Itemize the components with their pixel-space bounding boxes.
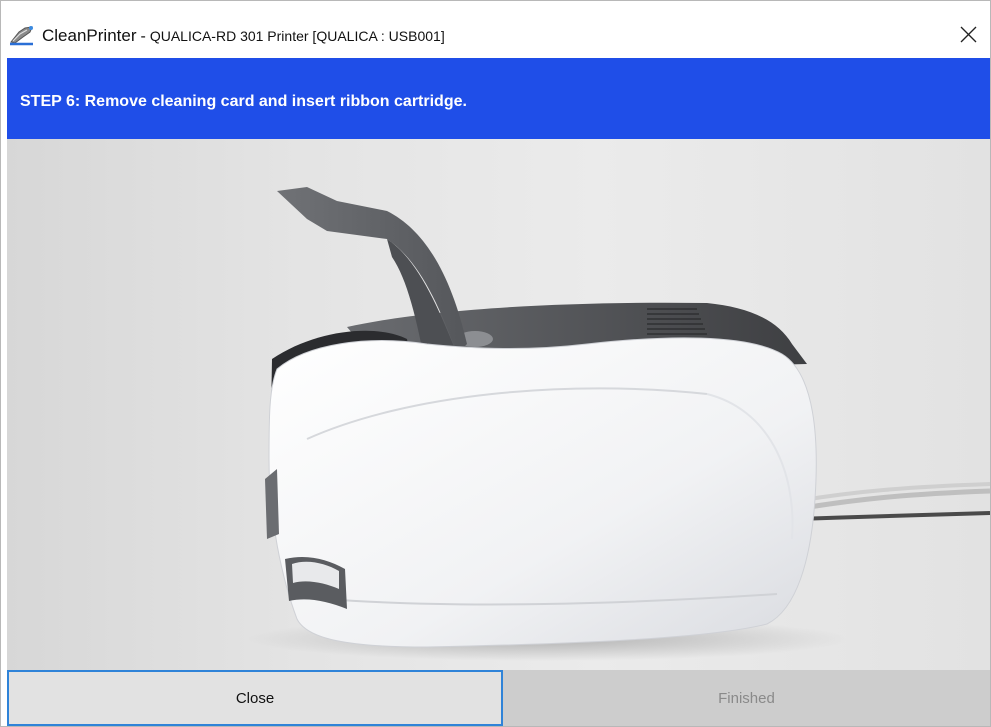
finished-button-label: Finished <box>718 689 775 707</box>
step-instruction: STEP 6: Remove cleaning card and insert … <box>20 93 467 110</box>
close-button[interactable]: Close <box>7 670 503 726</box>
printer-illustration <box>7 139 990 670</box>
finished-button[interactable]: Finished <box>503 670 990 726</box>
step-banner: STEP 6: Remove cleaning card and insert … <box>7 58 990 139</box>
printer-name: QUALICA-RD 301 Printer [QUALICA : USB001… <box>149 28 445 44</box>
title-separator: - <box>140 28 146 45</box>
close-window-icon[interactable] <box>946 13 990 53</box>
button-row: Close Finished <box>7 670 990 726</box>
window-title: CleanPrinter - QUALICA-RD 301 Printer [QUA… <box>42 26 445 46</box>
cleanprinter-window: CleanPrinter - QUALICA-RD 301 Printer [QUA… <box>0 0 991 727</box>
close-button-label: Close <box>235 689 275 707</box>
card-printer-open-lid-photo <box>247 187 990 661</box>
app-name: CleanPrinter <box>42 26 137 45</box>
app-icon <box>10 26 33 46</box>
title-bar: CleanPrinter - QUALICA-RD 301 Printer [QUA… <box>1 1 990 57</box>
